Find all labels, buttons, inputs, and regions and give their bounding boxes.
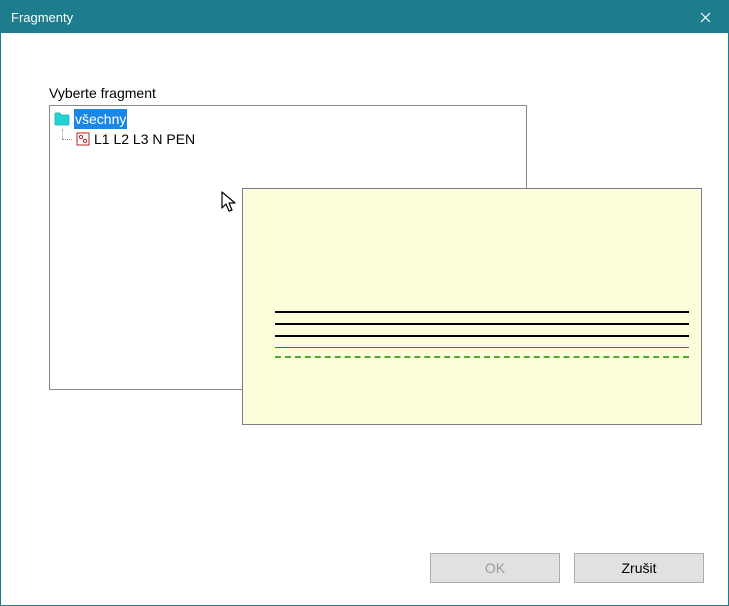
tree-root-node[interactable]: všechny (54, 109, 522, 129)
fragment-icon (76, 132, 90, 146)
preview-line-L3 (275, 335, 689, 337)
tree-connector (54, 129, 76, 149)
preview-lines (275, 311, 689, 358)
tree-child-node[interactable]: L1 L2 L3 N PEN (54, 129, 522, 149)
close-icon (700, 12, 711, 23)
dialog-window: Fragmenty Vyberte fragment všechny (0, 0, 729, 606)
preview-line-N (275, 347, 689, 348)
client-area: Vyberte fragment všechny (1, 33, 728, 605)
button-row: OK Zrušit (430, 553, 704, 583)
close-button[interactable] (682, 1, 728, 33)
window-title: Fragmenty (11, 10, 73, 25)
preview-line-PEN (275, 356, 689, 358)
tree-root-label: všechny (74, 109, 127, 129)
preview-line-L2 (275, 323, 689, 325)
folder-icon (54, 112, 70, 126)
preview-line-L1 (275, 311, 689, 313)
field-label: Vyberte fragment (49, 85, 680, 101)
cancel-button[interactable]: Zrušit (574, 553, 704, 583)
tree-child-label: L1 L2 L3 N PEN (94, 131, 195, 147)
titlebar: Fragmenty (1, 1, 728, 33)
ok-button: OK (430, 553, 560, 583)
fragment-preview-tooltip (242, 188, 702, 425)
